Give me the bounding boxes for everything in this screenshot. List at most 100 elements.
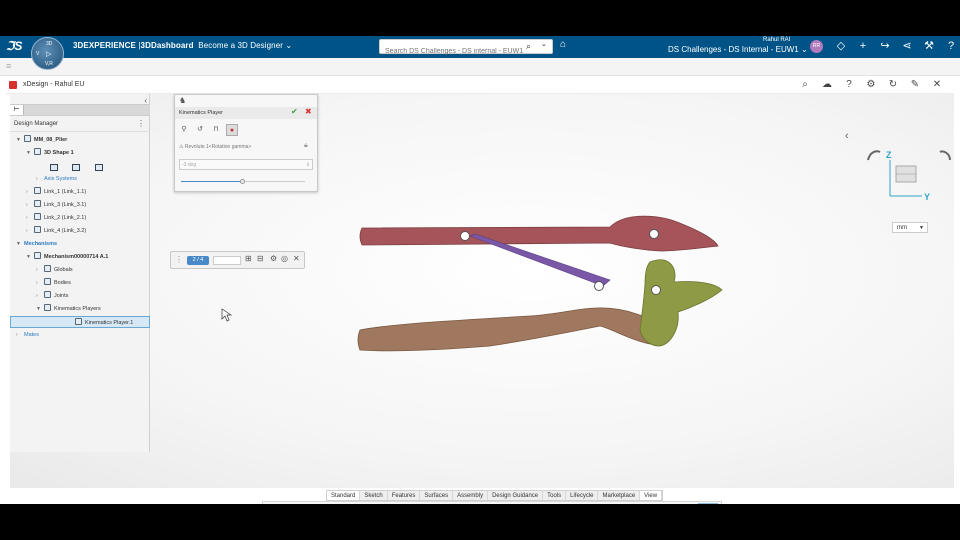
tree-node-label[interactable]: Mechanisms [24,241,57,247]
collapse-toggle-icon[interactable]: ▼ [16,134,24,146]
tree-node[interactable]: ▼ Mechanism00000714 A.1 [26,251,108,263]
cube-icon[interactable]: ▣ [294,503,314,504]
pan-icon[interactable]: ✥ [510,503,530,504]
more-menu-icon[interactable]: ⋮ [137,119,145,128]
tree-node[interactable]: › Bodies [36,277,71,289]
tree-node[interactable]: ▼ Mechanisms [16,238,57,250]
tree-node[interactable]: ▼ MM_08_Plier [16,134,67,146]
help-icon[interactable]: ? [838,79,860,90]
pivot-4[interactable] [651,285,661,295]
add-icon[interactable]: + [852,40,874,53]
visibility-icon[interactable]: ◉ [594,503,614,504]
tree-node-label[interactable]: Mechanism00000714 A.1 [44,254,108,260]
expand-toggle-icon[interactable]: › [36,277,44,289]
view-mode-icon[interactable]: ⧉ [274,503,294,504]
tree-node-label[interactable]: Bodies [54,280,71,286]
view-selector-icon[interactable]: ▦ [698,503,718,504]
pivot-2[interactable] [649,229,659,239]
help-icon[interactable]: ? [446,503,466,504]
expand-toggle-icon[interactable]: › [26,199,34,211]
drag-handle-icon[interactable]: ⋮ [175,255,183,264]
collapse-toggle-icon[interactable]: ▼ [36,303,44,315]
share-icon[interactable]: ◇ [830,40,852,53]
settings-icon[interactable]: ⚙ [860,79,882,90]
expand-toggle-icon[interactable]: › [16,329,24,341]
chevron-left-icon[interactable]: ‹ [845,130,849,142]
layers-icon[interactable]: ☰ [314,503,334,504]
step-field[interactable] [213,256,241,265]
spinner-icon[interactable]: ⇕ [306,160,310,170]
zoom-area-icon[interactable]: ⌕ [550,503,570,504]
link-upper-handle[interactable] [359,215,719,252]
close-icon[interactable]: ✕ [926,79,948,90]
tab-marketplace[interactable]: Marketplace [598,491,641,500]
fit-icon[interactable]: ⌗ [334,503,354,504]
close-icon[interactable]: ✕ [293,254,300,263]
settings-icon[interactable]: ⚙ [270,254,277,263]
options-icon[interactable]: ⚙ [378,503,398,504]
rotate-left-icon[interactable] [867,150,881,161]
redo-icon[interactable]: ↷ [422,503,442,504]
plier-model[interactable] [10,94,954,488]
units-value[interactable]: mm [897,225,907,231]
compass-play-icon[interactable]: ▷ [46,50,51,58]
collapse-toggle-icon[interactable]: ▼ [26,251,34,263]
close-icon[interactable]: ✖ [305,107,312,116]
cloud-icon[interactable]: ☁ [816,79,838,90]
tenant-label[interactable]: DS Challenges - DS Internal - EUW1 [668,45,799,54]
tag-icon[interactable]: ⌂ [560,39,566,50]
tab-standard[interactable]: Standard [327,491,361,500]
filter-icon[interactable]: ⚲ [178,124,190,136]
rotate-right-icon[interactable] [939,150,951,161]
tree-node-label[interactable]: Link_4 (Link_3.2) [44,228,86,234]
search-input[interactable] [380,45,530,58]
network-icon[interactable]: ⋖ [896,40,918,53]
materials-icon[interactable]: ◍ [634,503,654,504]
chevron-down-icon[interactable]: ⌄ [285,41,292,50]
tree-node-label[interactable]: Mates [24,332,39,338]
compass-widget[interactable]: 3D V ▷ V,R [31,37,64,70]
tree-node[interactable]: › Link_2 (Link_2.1) [26,212,86,224]
compass-south[interactable]: V,R [45,61,53,67]
tab-tools[interactable]: Tools [543,491,567,500]
help-icon[interactable]: ? [940,40,960,53]
target-icon[interactable]: ◎ [281,254,288,263]
joint-value-field[interactable]: -3 deg ⇕ [179,159,313,170]
search-icon[interactable]: ⌕ [526,41,531,52]
menu-icon[interactable]: ≡ [6,61,11,71]
tree-node[interactable]: › Mates [16,329,39,341]
pivot-3[interactable] [594,281,604,291]
tree-node-label[interactable]: Globals [54,267,73,273]
tab-design-guidance[interactable]: Design Guidance [488,491,544,500]
forward-icon[interactable]: ↪ [874,40,896,53]
tree-node-label[interactable]: Joints [54,293,68,299]
axis-icon-1[interactable] [50,164,58,171]
compass-north[interactable]: 3D [46,41,52,47]
tree-node[interactable]: › Link_3 (Link_3.1) [26,199,86,211]
view-cube[interactable]: Z Y [866,146,956,206]
confirm-icon[interactable]: ✔ [291,107,298,116]
zoom-icon[interactable]: ⌕ [490,503,510,504]
avatar[interactable]: RR [810,40,823,53]
step-counter[interactable]: 2 / 4 [187,256,209,265]
units-select[interactable]: mm ▼ [892,222,928,233]
record-icon[interactable]: ● [226,124,238,136]
tree-node[interactable]: › Globals [36,264,73,276]
tree-node-label[interactable]: 3D Shape 1 [44,150,74,156]
tree-node-label[interactable]: Link_2 (Link_2.1) [44,215,86,221]
expand-toggle-icon[interactable]: › [36,264,44,276]
expand-toggle-icon[interactable]: › [26,186,34,198]
link-lower-handle[interactable] [357,307,658,352]
undo-icon[interactable]: ↶ [402,503,422,504]
rotate-icon[interactable]: ↻ [530,503,550,504]
section-icon[interactable]: ◧ [614,503,634,504]
joint-lock-icon[interactable]: 🔒︎ [304,142,308,150]
shaded-icon[interactable]: ■ [570,503,590,504]
tab-view[interactable]: View [640,491,663,500]
tools-icon[interactable]: ⚒ [918,40,940,53]
search-icon[interactable]: ⌕ [794,79,816,90]
step-remove-icon[interactable]: ⊟ [257,254,264,263]
tree-node[interactable]: › Axis Systems [36,173,77,185]
tree-node-label[interactable]: Axis Systems [44,176,77,182]
ds-logo[interactable]: ℑS [6,39,22,53]
